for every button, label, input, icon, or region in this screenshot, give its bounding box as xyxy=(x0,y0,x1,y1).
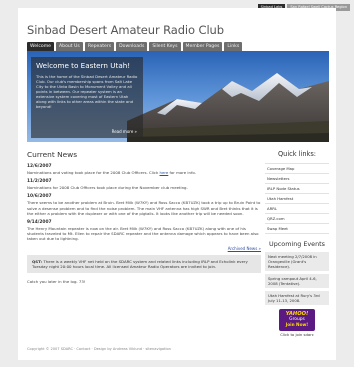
quick-link-swap-meet[interactable]: Swap Meet xyxy=(265,223,329,234)
hero-text: This is the home of the Sinbad Desert Am… xyxy=(36,74,138,109)
news-column: Current News 12/6/2007 Nominations and v… xyxy=(27,150,261,284)
quick-link-arrl[interactable]: ARRL xyxy=(265,203,329,213)
nav-tab-about-us[interactable]: About Us xyxy=(56,42,83,51)
closing-text: Catch you later in the log. 73! xyxy=(27,279,86,285)
yahoo-join-caption[interactable]: Click to join sdarc xyxy=(265,332,329,337)
read-more-link[interactable]: Read more » xyxy=(112,129,137,134)
hero-banner: Welcome to Eastern Utah! This is the hom… xyxy=(27,51,329,142)
quick-link-qrz[interactable]: QRZ.com xyxy=(265,213,329,223)
quick-links-heading: Quick links: xyxy=(277,150,317,158)
current-news-heading: Current News xyxy=(27,150,78,159)
event-item: Utah Hamfest at Rury's 3rd July 11-13, 2… xyxy=(265,291,329,305)
news-text-part: Nominations and voting took place for th… xyxy=(27,170,160,175)
site-title[interactable]: Sinbad Desert Amateur Radio Club xyxy=(27,23,224,37)
news-text: Nominations and voting took place for th… xyxy=(27,170,261,175)
quick-link-utah-hamfest[interactable]: Utah Hamfest xyxy=(265,193,329,203)
page-container: Sinbad Desert Amateur Radio Club Welcome… xyxy=(18,8,336,360)
qst-notice: QST: There is a weekly VHF net held on t… xyxy=(27,254,261,274)
nav-tab-repeaters[interactable]: Repeaters xyxy=(84,42,115,51)
news-text-part: for more info. xyxy=(168,170,196,175)
main-nav: Welcome About Us Repeaters Downloads Sil… xyxy=(27,42,243,51)
quick-link-coverage-map[interactable]: Coverage Map xyxy=(265,163,329,173)
news-item: 9/14/2007 The Henry Mountain repeater is… xyxy=(27,220,261,242)
sidebar: Quick links: Coverage Map Newsletters IR… xyxy=(265,150,329,337)
qst-text: There is a weekly VHF net held on the SD… xyxy=(32,258,248,269)
news-item: 12/6/2007 Nominations and voting took pl… xyxy=(27,164,261,175)
hero-title: Welcome to Eastern Utah! xyxy=(36,61,131,70)
nav-tab-welcome[interactable]: Welcome xyxy=(27,42,55,51)
event-item: Spring campout April 4-6, 2008 (Tentativ… xyxy=(265,274,329,288)
nav-tab-silent-keys[interactable]: Silent Keys xyxy=(149,42,181,51)
event-item: Next meeting 2/7/2008 in Orangeville (Gr… xyxy=(265,252,329,271)
footer: Copyright © 2007 SDARC · Contact · Desig… xyxy=(27,347,171,351)
yahoo-groups-badge[interactable]: YAHOO! Groups Join Now! xyxy=(279,309,315,331)
quick-link-irlp-node-status[interactable]: IRLP Node Status xyxy=(265,183,329,193)
news-text: The Henry Mountain repeater is now on th… xyxy=(27,226,259,242)
nav-tab-links[interactable]: Links xyxy=(224,42,243,51)
news-item: 11/2/2007 Nominations for 2008 Club Offi… xyxy=(27,179,261,190)
upcoming-events-heading: Upcoming Events xyxy=(269,240,325,248)
yahoo-join-text: Join Now! xyxy=(285,322,309,327)
archived-news-link[interactable]: Archived News » xyxy=(27,246,261,251)
nav-tab-downloads[interactable]: Downloads xyxy=(116,42,148,51)
news-text: Nominations for 2008 Club Officers took … xyxy=(27,185,188,191)
hero-welcome-box: Welcome to Eastern Utah! This is the hom… xyxy=(31,57,143,138)
quick-links-list: Coverage Map Newsletters IRLP Node Statu… xyxy=(265,163,329,234)
news-here-link[interactable]: here xyxy=(160,170,169,175)
quick-link-newsletters[interactable]: Newsletters xyxy=(265,173,329,183)
news-text: There seems to be another problem at Bru… xyxy=(27,200,261,216)
news-item: 10/6/2007 There seems to be another prob… xyxy=(27,194,261,216)
nav-tab-member-pages[interactable]: Member Pages xyxy=(182,42,223,51)
